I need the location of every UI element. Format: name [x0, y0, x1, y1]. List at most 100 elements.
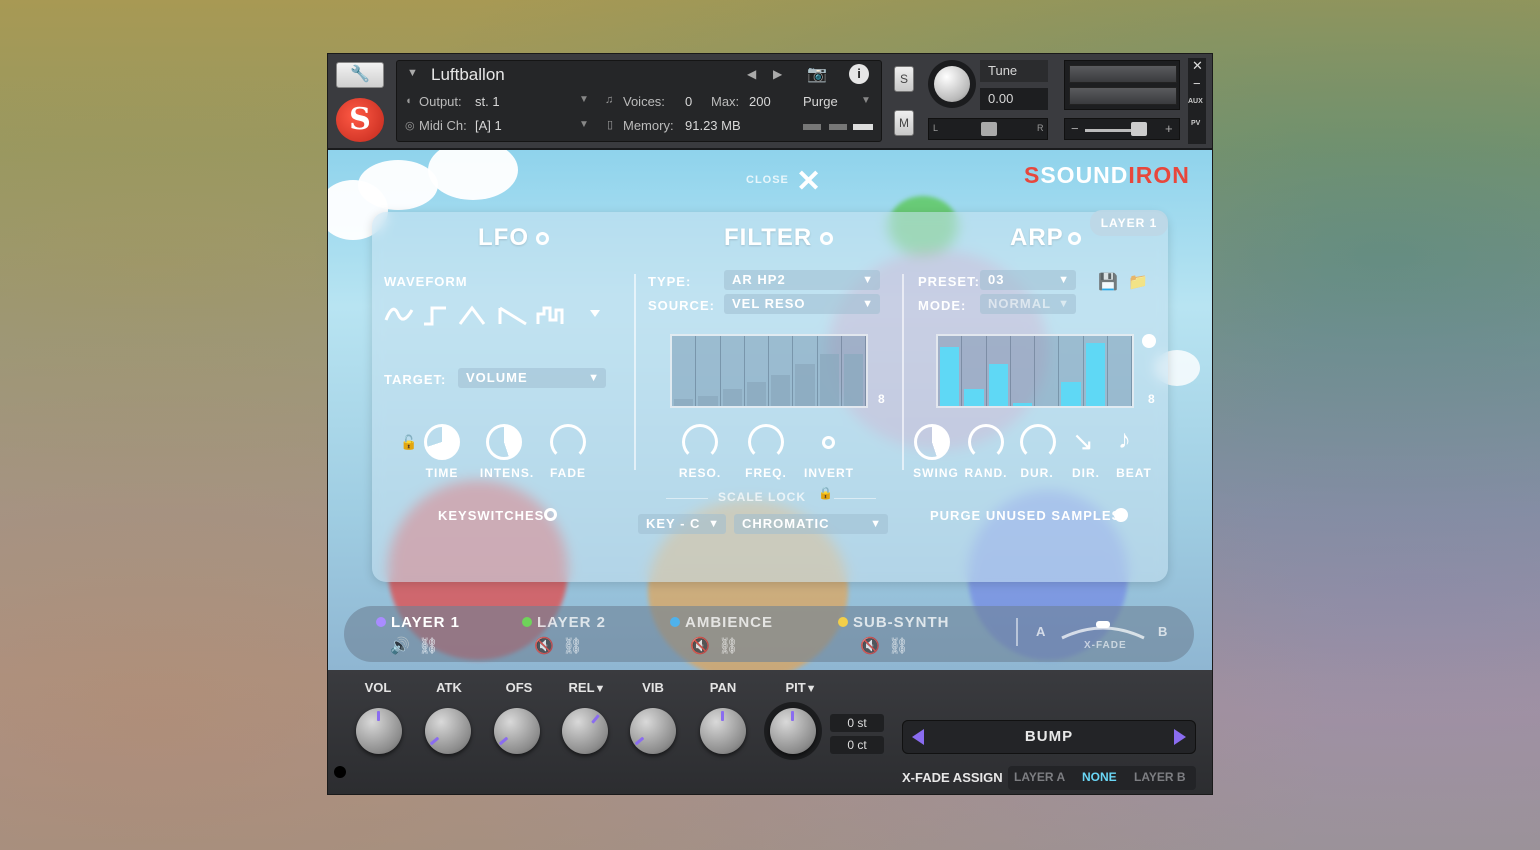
atk-knob[interactable]: [425, 708, 471, 754]
max-voices-value[interactable]: 200: [749, 94, 771, 109]
instrument-name[interactable]: Luftballon: [431, 65, 505, 85]
volume-minus-icon[interactable]: −: [1071, 121, 1079, 136]
collapse-arrow-icon[interactable]: ▼: [407, 67, 418, 79]
close-instrument-icon[interactable]: ✕: [1192, 58, 1203, 74]
filter-enable-toggle[interactable]: [820, 232, 833, 245]
purge-unused-toggle[interactable]: [1114, 508, 1128, 522]
random-wave-icon[interactable]: [536, 306, 564, 324]
filter-seq-step[interactable]: [793, 336, 818, 406]
purge-button[interactable]: Purge: [803, 94, 838, 109]
volume-handle[interactable]: [1131, 122, 1147, 136]
xfade-handle[interactable]: [1096, 621, 1110, 628]
pit-knob[interactable]: [770, 708, 816, 754]
filter-seq-step[interactable]: [745, 336, 769, 406]
lfo-time-knob[interactable]: [424, 424, 460, 460]
preset-name[interactable]: BUMP: [902, 728, 1196, 745]
arp-seq-step[interactable]: [1035, 336, 1060, 406]
filter-seq-step[interactable]: [696, 336, 721, 406]
waveform-dropdown-icon[interactable]: [590, 310, 600, 317]
arp-steps-count[interactable]: 8: [1148, 392, 1156, 406]
lock-icon[interactable]: 🔓: [400, 434, 417, 451]
mute-speaker-icon[interactable]: 🔇: [534, 638, 556, 655]
link-icon[interactable]: ⛓: [888, 638, 910, 655]
output-value[interactable]: st. 1: [475, 94, 500, 109]
filter-step-sequencer[interactable]: [670, 334, 868, 408]
arp-mode-dropdown[interactable]: NORMAL ▼: [980, 294, 1076, 314]
arp-dur-knob[interactable]: [1020, 424, 1056, 460]
arp-seq-step[interactable]: [1059, 336, 1084, 406]
rel-knob[interactable]: [562, 708, 608, 754]
save-preset-icon[interactable]: 💾: [1098, 272, 1118, 292]
filter-reso-knob[interactable]: [682, 424, 718, 460]
arp-enable-toggle[interactable]: [1068, 232, 1081, 245]
arp-seq-step[interactable]: [962, 336, 987, 406]
arp-seq-step[interactable]: [938, 336, 963, 406]
scale-dropdown[interactable]: CHROMATIC ▼: [734, 514, 888, 534]
next-preset-icon[interactable]: [1174, 729, 1186, 745]
sine-wave-icon[interactable]: [384, 307, 414, 321]
prev-instrument-icon[interactable]: ◀: [747, 67, 756, 81]
filter-seq-step[interactable]: [842, 336, 866, 406]
arp-seq-step[interactable]: [1011, 336, 1035, 406]
midi-channel-value[interactable]: [A] 1: [475, 118, 502, 133]
minimize-icon[interactable]: −: [1193, 76, 1201, 91]
arp-rand-knob[interactable]: [968, 424, 1004, 460]
arp-direction-icon[interactable]: ↘: [1072, 426, 1094, 457]
volume-slider[interactable]: − +: [1064, 118, 1180, 140]
midi-dropdown-icon[interactable]: ▼: [579, 119, 589, 130]
keyswitches-toggle[interactable]: [544, 508, 557, 521]
pan-handle[interactable]: [981, 122, 997, 136]
arp-seq-step[interactable]: [987, 336, 1011, 406]
arp-seq-step[interactable]: [1084, 336, 1108, 406]
xfade-option-layer-b[interactable]: LAYER B: [1134, 770, 1186, 784]
tune-knob[interactable]: [934, 66, 970, 102]
xfade-option-layer-a[interactable]: LAYER A: [1014, 770, 1065, 784]
camera-icon[interactable]: 📷: [807, 64, 827, 84]
layer-tab-ambience[interactable]: AMBIENCE: [670, 614, 773, 631]
semitones-field[interactable]: 0 st: [830, 714, 884, 732]
wrench-icon[interactable]: 🔧: [336, 62, 384, 88]
solo-button[interactable]: S: [894, 66, 914, 92]
link-icon[interactable]: ⛓: [562, 638, 584, 655]
open-folder-icon[interactable]: 📁: [1128, 272, 1148, 292]
arp-swing-knob[interactable]: [914, 424, 950, 460]
key-dropdown[interactable]: KEY - C ▼: [638, 514, 726, 534]
lfo-intensity-knob[interactable]: [486, 424, 522, 460]
filter-type-dropdown[interactable]: AR HP2 ▼: [724, 270, 880, 290]
link-icon[interactable]: ⛓: [718, 638, 740, 655]
pit-dropdown-icon[interactable]: ▼: [806, 683, 817, 695]
filter-seq-step[interactable]: [672, 336, 697, 406]
saw-wave-icon[interactable]: [498, 306, 527, 326]
arp-preset-dropdown[interactable]: 03 ▼: [980, 270, 1076, 290]
layer-badge[interactable]: LAYER 1: [1090, 210, 1168, 236]
mute-speaker-icon[interactable]: 🔇: [690, 638, 712, 655]
next-instrument-icon[interactable]: ▶: [773, 67, 782, 81]
close-label[interactable]: CLOSE: [746, 174, 789, 186]
mute-speaker-icon[interactable]: 🔇: [860, 638, 882, 655]
speaker-icon[interactable]: 🔊: [390, 638, 412, 655]
filter-source-dropdown[interactable]: VEL RESO ▼: [724, 294, 880, 314]
filter-freq-knob[interactable]: [748, 424, 784, 460]
layer-tab-2[interactable]: LAYER 2: [522, 614, 606, 631]
filter-seq-step[interactable]: [818, 336, 842, 406]
xfade-option-none[interactable]: NONE: [1082, 770, 1117, 784]
xfade-slider[interactable]: [1058, 618, 1148, 642]
triangle-wave-icon[interactable]: [458, 305, 486, 325]
filter-seq-step[interactable]: [769, 336, 794, 406]
layer-tab-sub-synth[interactable]: SUB-SYNTH: [838, 614, 950, 631]
pan-knob[interactable]: [700, 708, 746, 754]
lfo-enable-toggle[interactable]: [536, 232, 549, 245]
output-dropdown-icon[interactable]: ▼: [579, 94, 589, 105]
square-wave-icon[interactable]: [424, 306, 446, 326]
volume-plus-icon[interactable]: +: [1165, 121, 1173, 136]
tune-value-box[interactable]: 0.00: [980, 88, 1048, 110]
pan-slider[interactable]: L R: [928, 118, 1048, 140]
target-dropdown[interactable]: VOLUME ▼: [458, 368, 606, 388]
scale-lock-icon[interactable]: 🔒: [818, 486, 833, 500]
vib-knob[interactable]: [630, 708, 676, 754]
layer-tab-1[interactable]: LAYER 1: [376, 614, 460, 631]
arp-beat-icon[interactable]: ♪: [1118, 424, 1131, 455]
info-icon[interactable]: i: [849, 64, 869, 84]
close-icon[interactable]: ✕: [796, 164, 821, 199]
rel-dropdown-icon[interactable]: ▼: [595, 683, 606, 695]
